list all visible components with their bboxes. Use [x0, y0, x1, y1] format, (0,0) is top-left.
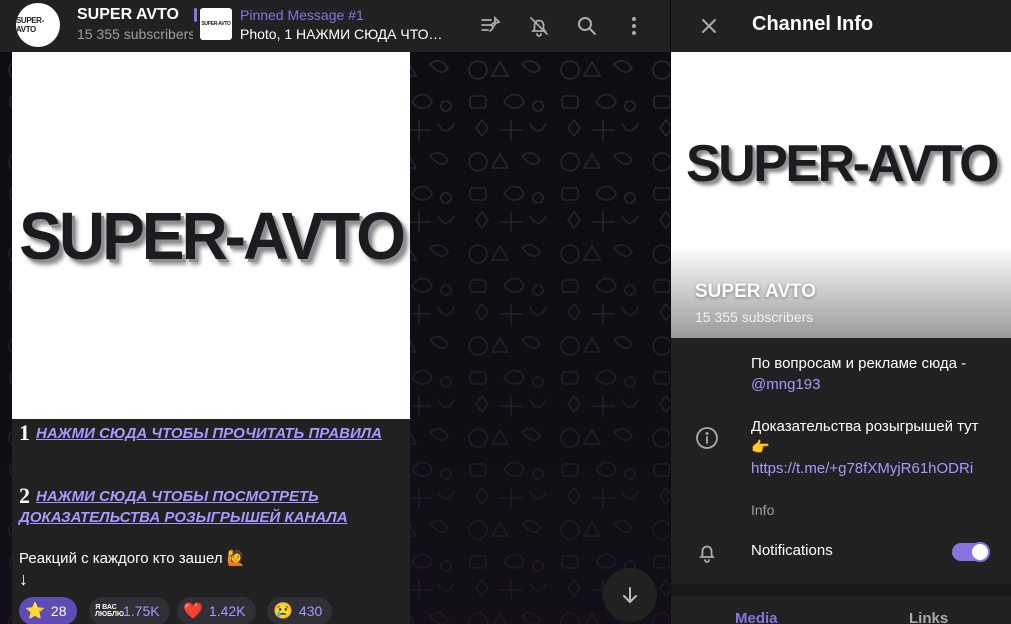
- number-two-icon: 2: [19, 483, 30, 508]
- channel-info-panel: Channel Info SUPER-AVTO SUPER AVTO 15 35…: [670, 0, 1011, 624]
- super-avto-logo: SUPER-AVTO: [685, 135, 1000, 193]
- pinned-thumbnail-logo: SUPER-AVTO: [201, 21, 231, 27]
- close-button[interactable]: [695, 12, 723, 40]
- invite-link[interactable]: https://t.me/+g78fXMyjR61hODRi: [751, 460, 973, 477]
- tab-links[interactable]: Links: [909, 610, 948, 624]
- proof-link-part1[interactable]: НАЖМИ СЮДА ЧТОБЫ ПОСМОТРЕТЬ: [36, 488, 319, 505]
- scroll-to-bottom-button[interactable]: [603, 568, 657, 622]
- channel-avatar[interactable]: SUPER-AVTO: [16, 3, 60, 47]
- number-one-icon: 1: [19, 420, 30, 445]
- chat-header[interactable]: SUPER-AVTO SUPER AVTO 15 355 subscribers…: [0, 0, 670, 52]
- arrow-down-icon: [623, 587, 637, 604]
- proof-line-2: ДОКАЗАТЕЛЬСТВА РОЗЫГРЫШЕЙ КАНАЛА: [19, 507, 348, 528]
- reaction-request-text: Реакций с каждого кто зашел 🙋: [19, 550, 246, 567]
- pinned-message-title[interactable]: Pinned Message #1: [240, 7, 364, 23]
- telegram-app: SUPER-AVTO SUPER AVTO 15 355 subscribers…: [0, 0, 1011, 624]
- info-section: По вопросам и рекламе сюда - @mng193 Док…: [671, 338, 1011, 584]
- channel-banner[interactable]: SUPER-AVTO SUPER AVTO 15 355 subscribers: [671, 52, 1011, 338]
- close-icon: [702, 19, 716, 33]
- banner-channel-name: SUPER AVTO: [695, 281, 817, 302]
- rules-line: 1 НАЖМИ СЮДА ЧТОБЫ ПРОЧИТАТЬ ПРАВИЛА: [19, 422, 382, 444]
- proof-description: Доказательства розыгрышей тут 👉 https://…: [751, 416, 991, 479]
- heart-icon: ❤️: [183, 603, 203, 620]
- crying-face-icon: 😢: [273, 603, 293, 620]
- channel-subscribers: 15 355 subscribers: [77, 26, 193, 42]
- info-label: Info: [751, 502, 775, 518]
- more-options-icon[interactable]: [620, 12, 648, 40]
- reaction-count: 1.75K: [123, 603, 160, 619]
- pinned-message-preview[interactable]: Photo, 1 НАЖМИ СЮДА ЧТО…: [240, 26, 445, 42]
- pinned-indicator: [194, 8, 197, 22]
- down-arrow-text: ↓: [19, 569, 28, 589]
- reaction-count: 430: [298, 603, 323, 619]
- panel-header: Channel Info: [671, 0, 1011, 52]
- reaction-count: 1.42K: [208, 603, 246, 619]
- super-avto-logo: SUPER-AVTO: [19, 197, 406, 274]
- description-text: По вопросам и рекламе сюда -: [751, 355, 967, 372]
- proof-line: 2 НАЖМИ СЮДА ЧТОБЫ ПОСМОТРЕТЬ: [19, 485, 319, 507]
- notifications-toggle[interactable]: [952, 542, 990, 562]
- contact-handle-link[interactable]: @mng193: [751, 376, 820, 393]
- panel-title: Channel Info: [752, 13, 874, 35]
- rules-link[interactable]: НАЖМИ СЮДА ЧТОБЫ ПРОЧИТАТЬ ПРАВИЛА: [36, 425, 382, 442]
- search-icon[interactable]: [573, 12, 601, 40]
- channel-avatar-logo: SUPER-AVTO: [16, 16, 44, 34]
- bell-icon: [699, 545, 715, 563]
- proof-text: Доказательства розыгрышей тут 👉: [751, 418, 979, 456]
- toggle-knob: [970, 542, 990, 562]
- proof-link-part2[interactable]: ДОКАЗАТЕЛЬСТВА РОЗЫГРЫШЕЙ КАНАЛА: [19, 509, 348, 526]
- reaction-star[interactable]: ⭐ 28: [19, 597, 77, 624]
- channel-post[interactable]: SUPER-AVTO 1 НАЖМИ СЮДА ЧТОБЫ ПРОЧИТАТЬ П…: [12, 52, 410, 624]
- reaction-count: 28: [50, 603, 67, 619]
- info-icon: [696, 427, 718, 449]
- notifications-label: Notifications: [751, 542, 833, 559]
- banner-subscribers: 15 355 subscribers: [695, 309, 814, 325]
- reaction-crying[interactable]: 😢 430: [267, 597, 333, 624]
- reaction-heart[interactable]: ❤️ 1.42K: [177, 597, 256, 624]
- reaction-love-sticker[interactable]: Я ВАС ЛЮБЛЮ 1.75K: [89, 597, 170, 624]
- pinned-thumbnail[interactable]: SUPER-AVTO: [200, 8, 232, 40]
- love-sticker-icon: Я ВАС ЛЮБЛЮ: [95, 604, 125, 618]
- media-tabs: Media Links: [671, 596, 1011, 624]
- chat-area: SUPER-AVTO SUPER AVTO 15 355 subscribers…: [0, 0, 670, 624]
- channel-title[interactable]: SUPER AVTO: [77, 6, 179, 24]
- mute-bell-icon[interactable]: [525, 12, 553, 40]
- tab-media[interactable]: Media: [735, 610, 778, 624]
- pinned-list-icon[interactable]: [477, 12, 505, 40]
- description: По вопросам и рекламе сюда - @mng193: [751, 353, 991, 395]
- post-photo[interactable]: SUPER-AVTO: [12, 52, 410, 419]
- star-icon: ⭐: [25, 603, 45, 620]
